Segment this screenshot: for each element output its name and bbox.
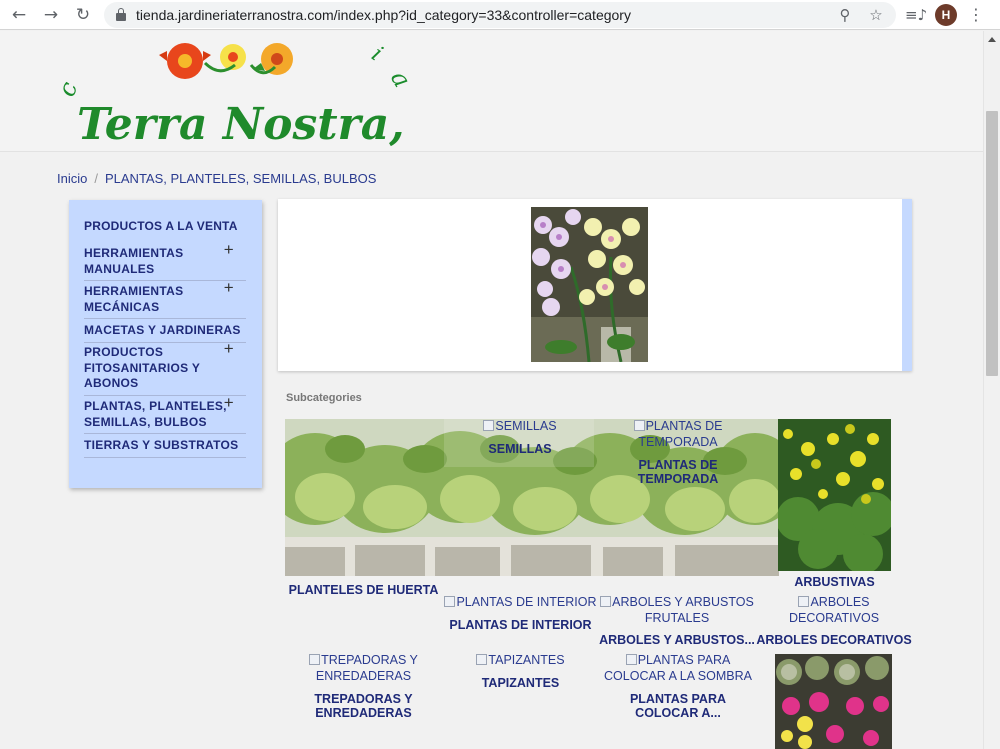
subcategory-link-arboles-y-arbustos[interactable]: ARBOLES Y ARBUSTOS...: [598, 633, 756, 647]
sidebar-item-herramientas-mecanicas[interactable]: HERRAMIENTAS MECÁNICAS +: [84, 279, 246, 319]
image-alt-text: TAPIZANTES: [488, 653, 565, 667]
sidebar-item-herramientas-manuales[interactable]: HERRAMIENTAS MANUALES +: [84, 241, 246, 281]
image-alt-text: ARBOLES Y ARBUSTOS FRUTALES: [612, 595, 754, 625]
broken-image-icon: [633, 420, 645, 431]
svg-text:Terra Nostra, s.l.: Terra Nostra, s.l.: [77, 99, 415, 150]
subcategory-image-frutales-broken[interactable]: ARBOLES Y ARBUSTOS FRUTALES: [598, 595, 756, 626]
breadcrumb-home-link[interactable]: Inicio: [57, 171, 87, 186]
subcategory-link-plantas-de-temporada[interactable]: PLANTAS DE TEMPORADA: [598, 458, 758, 486]
sidebar-item-label[interactable]: PRODUCTOS FITOSANITARIOS Y ABONOS: [84, 345, 200, 390]
subcategory-link-semillas[interactable]: SEMILLAS: [482, 442, 558, 456]
svg-text:c: c: [55, 78, 83, 100]
expand-plus-icon[interactable]: +: [224, 241, 234, 257]
broken-image-icon: [444, 596, 456, 607]
avatar[interactable]: H: [935, 4, 957, 26]
subcategories-heading: Subcategories: [286, 392, 362, 404]
subcategory-image-trepadoras-broken[interactable]: TREPADORAS Y ENREDADERAS: [285, 653, 442, 684]
image-alt-text: PLANTAS DE INTERIOR: [456, 595, 597, 609]
broken-image-icon: [476, 654, 488, 665]
back-arrow-icon[interactable]: ←: [8, 4, 30, 26]
subcategory-link-plantas-sombra[interactable]: PLANTAS PARA COLOCAR A...: [598, 692, 758, 720]
sidebar-item-label[interactable]: HERRAMIENTAS MECÁNICAS: [84, 284, 183, 314]
subcategory-image-sombra-broken[interactable]: PLANTAS PARA COLOCAR A LA SOMBRA: [598, 653, 758, 684]
subcategory-link-arboles-decorativos[interactable]: ARBOLES DECORATIVOS: [756, 633, 912, 647]
subcategory-link-planteles-de-huerta[interactable]: PLANTELES DE HUERTA: [285, 583, 442, 597]
svg-text:a: a: [385, 66, 415, 92]
subcategory-image-arbustivas[interactable]: [778, 419, 891, 571]
star-icon[interactable]: ☆: [866, 5, 886, 25]
page-scrollbar[interactable]: [983, 31, 1000, 749]
sidebar-item-tierras[interactable]: TIERRAS Y SUBSTRATOS: [84, 438, 246, 458]
subcategory-link-arbustivas[interactable]: ARBUSTIVAS: [778, 575, 891, 589]
subcategory-link-plantas-de-interior[interactable]: PLANTAS DE INTERIOR: [443, 618, 598, 632]
sidebar-item-fitosanitarios[interactable]: PRODUCTOS FITOSANITARIOS Y ABONOS +: [84, 340, 246, 396]
subcategory-link-trepadoras[interactable]: TREPADORAS Y ENREDADERAS: [285, 692, 442, 720]
image-alt-text: PLANTAS DE TEMPORADA: [638, 419, 723, 449]
broken-image-icon: [625, 654, 637, 665]
image-alt-text: SEMILLAS: [495, 419, 557, 433]
subcategory-image-decorativos-broken[interactable]: ARBOLES DECORATIVOS: [756, 595, 912, 626]
scroll-up-arrow-icon[interactable]: [988, 37, 996, 42]
site-header: c a i Terra Nostra, s.l.: [0, 31, 983, 152]
subcategory-image-interior-broken[interactable]: PLANTAS DE INTERIOR: [443, 595, 598, 611]
logo[interactable]: c a i Terra Nostra, s.l.: [55, 31, 415, 151]
url-text[interactable]: tienda.jardineriaterranostra.com/index.p…: [136, 7, 631, 23]
lock-icon[interactable]: [116, 8, 126, 21]
zoom-icon[interactable]: ⚲: [835, 5, 855, 25]
broken-image-icon: [600, 596, 612, 607]
sidebar-item-plantas[interactable]: PLANTAS, PLANTELES, SEMILLAS, BULBOS +: [84, 394, 246, 434]
breadcrumb-current-link[interactable]: PLANTAS, PLANTELES, SEMILLAS, BULBOS: [105, 171, 376, 186]
sidebar-item-label[interactable]: PLANTAS, PLANTELES, SEMILLAS, BULBOS: [84, 399, 227, 429]
subcategory-image-temporada-broken[interactable]: PLANTAS DE TEMPORADA: [598, 419, 758, 450]
image-alt-text: TREPADORAS Y ENREDADERAS: [315, 653, 418, 683]
forward-arrow-icon[interactable]: →: [40, 4, 62, 26]
svg-text:i: i: [367, 42, 387, 67]
sidebar-item-label[interactable]: HERRAMIENTAS MANUALES: [84, 246, 183, 276]
sidebar-item-label[interactable]: MACETAS Y JARDINERAS: [84, 323, 241, 337]
scrollbar-thumb[interactable]: [986, 111, 998, 376]
expand-plus-icon[interactable]: +: [224, 340, 234, 356]
sidebar-item-macetas[interactable]: MACETAS Y JARDINERAS: [84, 323, 246, 343]
broken-image-icon: [483, 420, 495, 431]
browser-toolbar: ← → ↻ tienda.jardineriaterranostra.com/i…: [0, 0, 1000, 30]
category-image-orchids: [531, 207, 648, 362]
subcategory-link-tapizantes[interactable]: TAPIZANTES: [443, 676, 598, 690]
subcategory-image-cactus[interactable]: [775, 654, 892, 749]
reload-icon[interactable]: ↻: [72, 4, 94, 26]
category-sidebar: PRODUCTOS A LA VENTA HERRAMIENTAS MANUAL…: [69, 200, 262, 488]
category-banner: [278, 199, 912, 371]
sidebar-title[interactable]: PRODUCTOS A LA VENTA: [84, 219, 238, 233]
subcategory-image-tapizantes-broken[interactable]: TAPIZANTES: [443, 653, 598, 669]
menu-dots-icon[interactable]: ⋮: [968, 4, 984, 26]
media-icon[interactable]: ≡♪: [905, 5, 927, 25]
broken-image-icon: [798, 596, 810, 607]
expand-plus-icon[interactable]: +: [224, 279, 234, 295]
address-bar[interactable]: tienda.jardineriaterranostra.com/index.p…: [104, 2, 896, 28]
subcategory-image-semillas-broken[interactable]: SEMILLAS: [482, 419, 558, 435]
sidebar-item-label[interactable]: TIERRAS Y SUBSTRATOS: [84, 438, 238, 452]
breadcrumb: Inicio / PLANTAS, PLANTELES, SEMILLAS, BUL…: [57, 171, 376, 186]
broken-image-icon: [309, 654, 321, 665]
breadcrumb-separator: /: [94, 171, 98, 186]
expand-plus-icon[interactable]: +: [224, 394, 234, 410]
